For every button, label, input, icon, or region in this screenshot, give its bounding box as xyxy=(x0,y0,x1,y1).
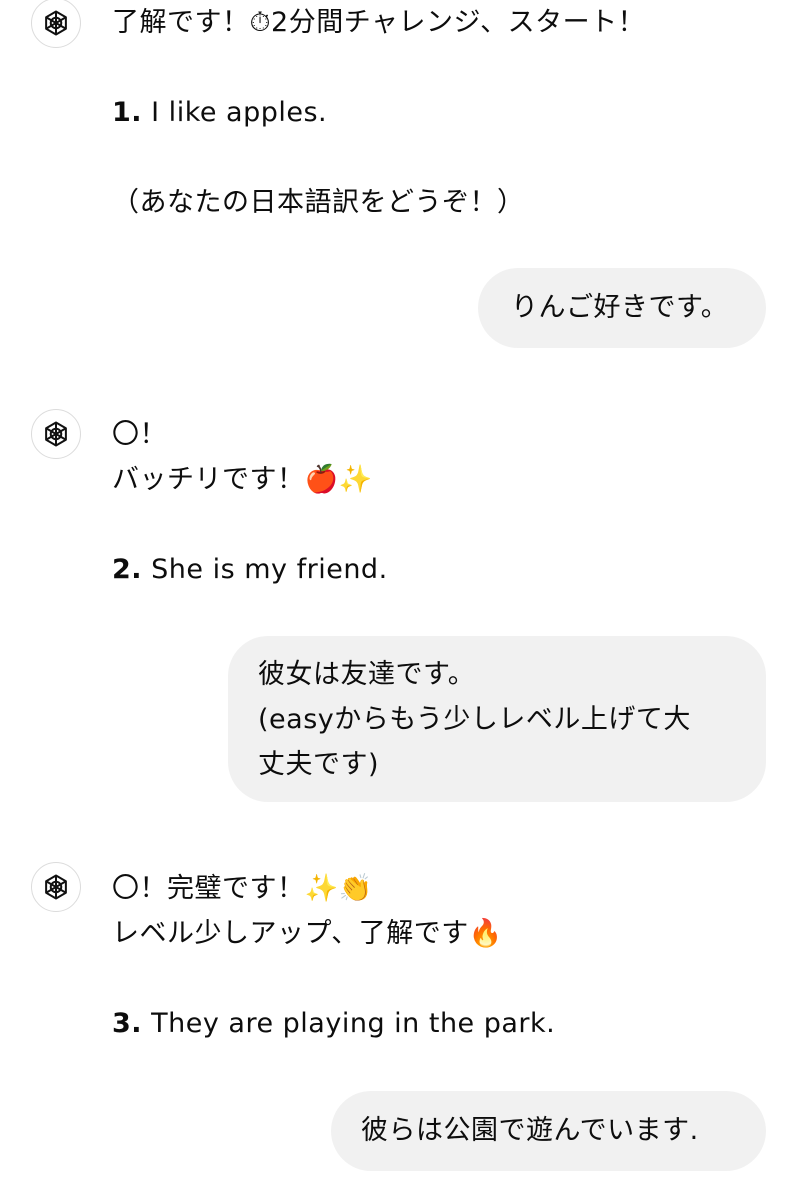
prompt-sentence: They are playing in the park. xyxy=(151,1008,556,1039)
user-message-bubble: 彼女は友達です。 (easyからもう少しレベル上げて大 丈夫です) xyxy=(228,636,766,802)
openai-logo-icon xyxy=(45,10,67,36)
openai-logo-icon xyxy=(45,421,67,447)
prompt-line: 2. She is my friend. xyxy=(112,547,752,592)
prompt-number: 2. xyxy=(112,554,143,585)
message-text: 彼らは公園で遊んでいます. xyxy=(361,1115,699,1146)
assistant-message-3: 〇！完璧です！✨👏 レベル少しアップ、了解です🔥 3. They are pla… xyxy=(112,866,752,1046)
message-text: 〇！完璧です！✨👏 xyxy=(112,873,373,904)
assistant-avatar xyxy=(31,0,81,48)
message-text: 彼女は友達です。 xyxy=(258,659,476,690)
assistant-message-1: 了解です！⏱2分間チャレンジ、スタート！ 1. I like apples. （… xyxy=(112,0,752,225)
user-message-bubble: りんご好きです。 xyxy=(478,268,766,348)
user-message-bubble: 彼らは公園で遊んでいます. xyxy=(331,1091,766,1171)
assistant-message-2: 〇！ バッチリです！🍎✨ 2. She is my friend. xyxy=(112,412,752,592)
message-text: レベル少しアップ、了解です🔥 xyxy=(112,918,503,949)
message-text: りんご好きです。 xyxy=(511,292,729,323)
message-text: バッチリです！🍎✨ xyxy=(112,464,373,495)
prompt-line: 1. I like apples. xyxy=(112,90,752,135)
message-text: (easyからもう少しレベル上げて大 xyxy=(258,704,691,735)
prompt-line: 3. They are playing in the park. xyxy=(112,1001,752,1046)
prompt-sentence: I like apples. xyxy=(151,97,328,128)
assistant-avatar xyxy=(31,862,81,912)
message-text: 了解です！⏱2分間チャレンジ、スタート！ xyxy=(112,7,646,38)
prompt-number: 3. xyxy=(112,1008,143,1039)
message-text: 丈夫です) xyxy=(258,749,380,780)
message-note: （あなたの日本語訳をどうぞ！） xyxy=(112,187,525,218)
message-text: 〇！ xyxy=(112,419,167,450)
prompt-number: 1. xyxy=(112,97,143,128)
openai-logo-icon xyxy=(45,874,67,900)
prompt-sentence: She is my friend. xyxy=(151,554,388,585)
assistant-avatar xyxy=(31,409,81,459)
